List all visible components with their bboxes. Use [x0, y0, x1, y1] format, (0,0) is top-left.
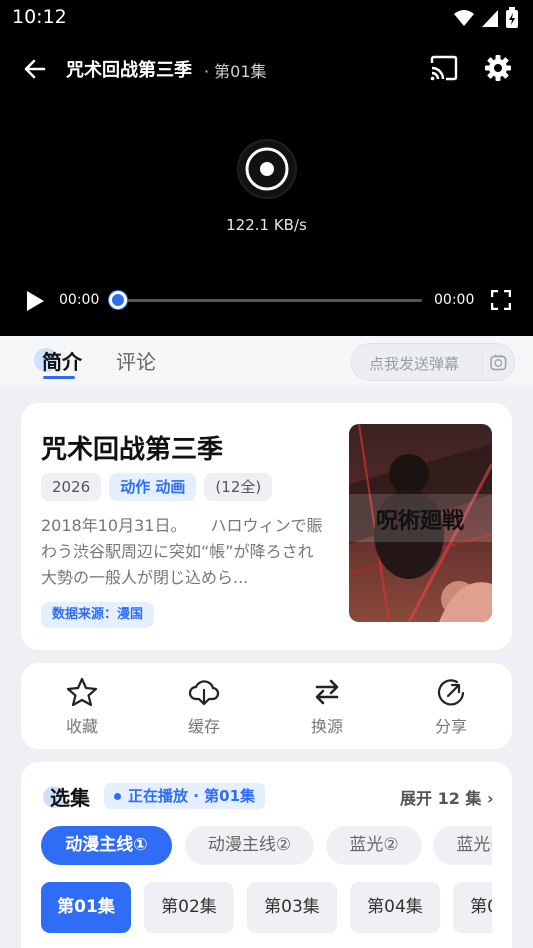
data-source-badge: 数据来源：漫国 [41, 602, 155, 628]
video-episode-label: · 第01集 [204, 62, 267, 81]
episode-chip[interactable]: 第03集 [247, 882, 337, 933]
source-chip[interactable]: 动漫主线① [41, 826, 172, 865]
episode-chip[interactable]: 第02集 [144, 882, 234, 933]
source-chip[interactable]: 蓝光③ [433, 826, 492, 865]
action-bar: 收藏 缓存 换源 分享 [21, 663, 512, 749]
danmaku-input[interactable]: 点我发送弹幕 [351, 343, 515, 381]
share-icon [437, 679, 465, 706]
favorite-button[interactable]: 收藏 [42, 677, 122, 737]
favorite-label: 收藏 [65, 717, 98, 736]
expand-episodes-button[interactable]: 展开 12 集 › [400, 785, 494, 809]
share-label: 分享 [434, 717, 467, 736]
source-chip-row: 动漫主线① 动漫主线② 蓝光② 蓝光③ [41, 826, 492, 866]
status-icons [453, 7, 519, 29]
episodes-title: 选集 [50, 786, 90, 810]
now-playing-dot [114, 793, 121, 800]
episode-selector-card: 选集 正在播放 · 第01集 展开 12 集 › 动漫主线① 动漫主线② 蓝光②… [21, 762, 512, 948]
detail-tabbar: 简介 评论 点我发送弹幕 [0, 336, 533, 388]
network-speed: 122.1 KB/s [226, 216, 307, 234]
danmaku-placeholder: 点我发送弹幕 [369, 355, 460, 373]
status-time: 10:12 [12, 6, 67, 28]
download-cloud-icon [188, 680, 220, 706]
now-playing-text: 正在播放 · 第01集 [128, 787, 256, 805]
switch-source-button[interactable]: 换源 [287, 677, 367, 737]
tab-intro[interactable]: 简介 [42, 346, 82, 375]
wifi-icon [454, 10, 474, 26]
active-tab-indicator [43, 376, 75, 379]
episode-chip-row: 第01集 第02集 第03集 第04集 第05集 [41, 882, 492, 934]
cache-button[interactable]: 缓存 [164, 677, 244, 737]
anime-description[interactable]: 2018年10月31日。 ハロウィンで賑わう渋谷駅周辺に突如“帳”が降ろされ大勢… [41, 513, 325, 591]
tag-list: 2026 动作 动画 (12全) [41, 473, 273, 501]
video-title: 咒术回战第三季 [66, 60, 192, 81]
source-chip[interactable]: 动漫主线② [185, 826, 314, 865]
tab-comments[interactable]: 评论 [116, 346, 156, 375]
source-chip[interactable]: 蓝光② [326, 826, 422, 865]
share-button[interactable]: 分享 [411, 677, 491, 737]
total-time: 00:00 [434, 292, 475, 308]
anime-title: 咒术回战第三季 [41, 435, 224, 465]
switch-source-label: 换源 [310, 717, 343, 736]
cache-label: 缓存 [187, 717, 220, 736]
episode-chip[interactable]: 第05集 [453, 882, 492, 933]
progress-bar[interactable] [118, 299, 422, 302]
fullscreen-icon[interactable] [491, 290, 511, 310]
poster-artwork: 呪術廻戦 [349, 424, 492, 622]
video-player[interactable]: 10:12 咒术回战第三季 · 第01集 122.1 KB/s 00:00 00… [0, 0, 533, 336]
star-icon [66, 677, 98, 707]
player-topbar: 咒术回战第三季 · 第01集 [0, 50, 533, 86]
loading-spinner-icon [237, 139, 297, 199]
year-tag: 2026 [41, 473, 102, 501]
play-icon[interactable] [24, 289, 46, 313]
current-time: 00:00 [59, 292, 100, 308]
anime-poster[interactable]: 呪術廻戦 [349, 424, 492, 622]
back-arrow-icon[interactable] [22, 56, 48, 82]
poster-logo-text: 呪術廻戦 [376, 508, 465, 534]
status-bar: 10:12 [0, 0, 533, 36]
genre-tag[interactable]: 动作 动画 [109, 473, 197, 501]
player-controls: 00:00 00:00 [0, 286, 533, 316]
swap-arrows-icon [315, 679, 339, 705]
battery-icon [506, 7, 518, 28]
now-playing-badge: 正在播放 · 第01集 [104, 783, 266, 809]
episode-chip[interactable]: 第04集 [350, 882, 440, 933]
cast-icon[interactable] [429, 54, 459, 82]
episode-count-tag: (12全) [204, 473, 273, 501]
danmaku-toggle-icon[interactable] [482, 350, 508, 376]
settings-gear-icon[interactable] [484, 54, 512, 82]
progress-thumb[interactable] [109, 291, 127, 309]
episode-chip[interactable]: 第01集 [41, 882, 131, 933]
signal-icon [482, 10, 498, 27]
anime-info-card: 咒术回战第三季 2026 动作 动画 (12全) 2018年10月31日。 ハロ… [21, 403, 512, 650]
